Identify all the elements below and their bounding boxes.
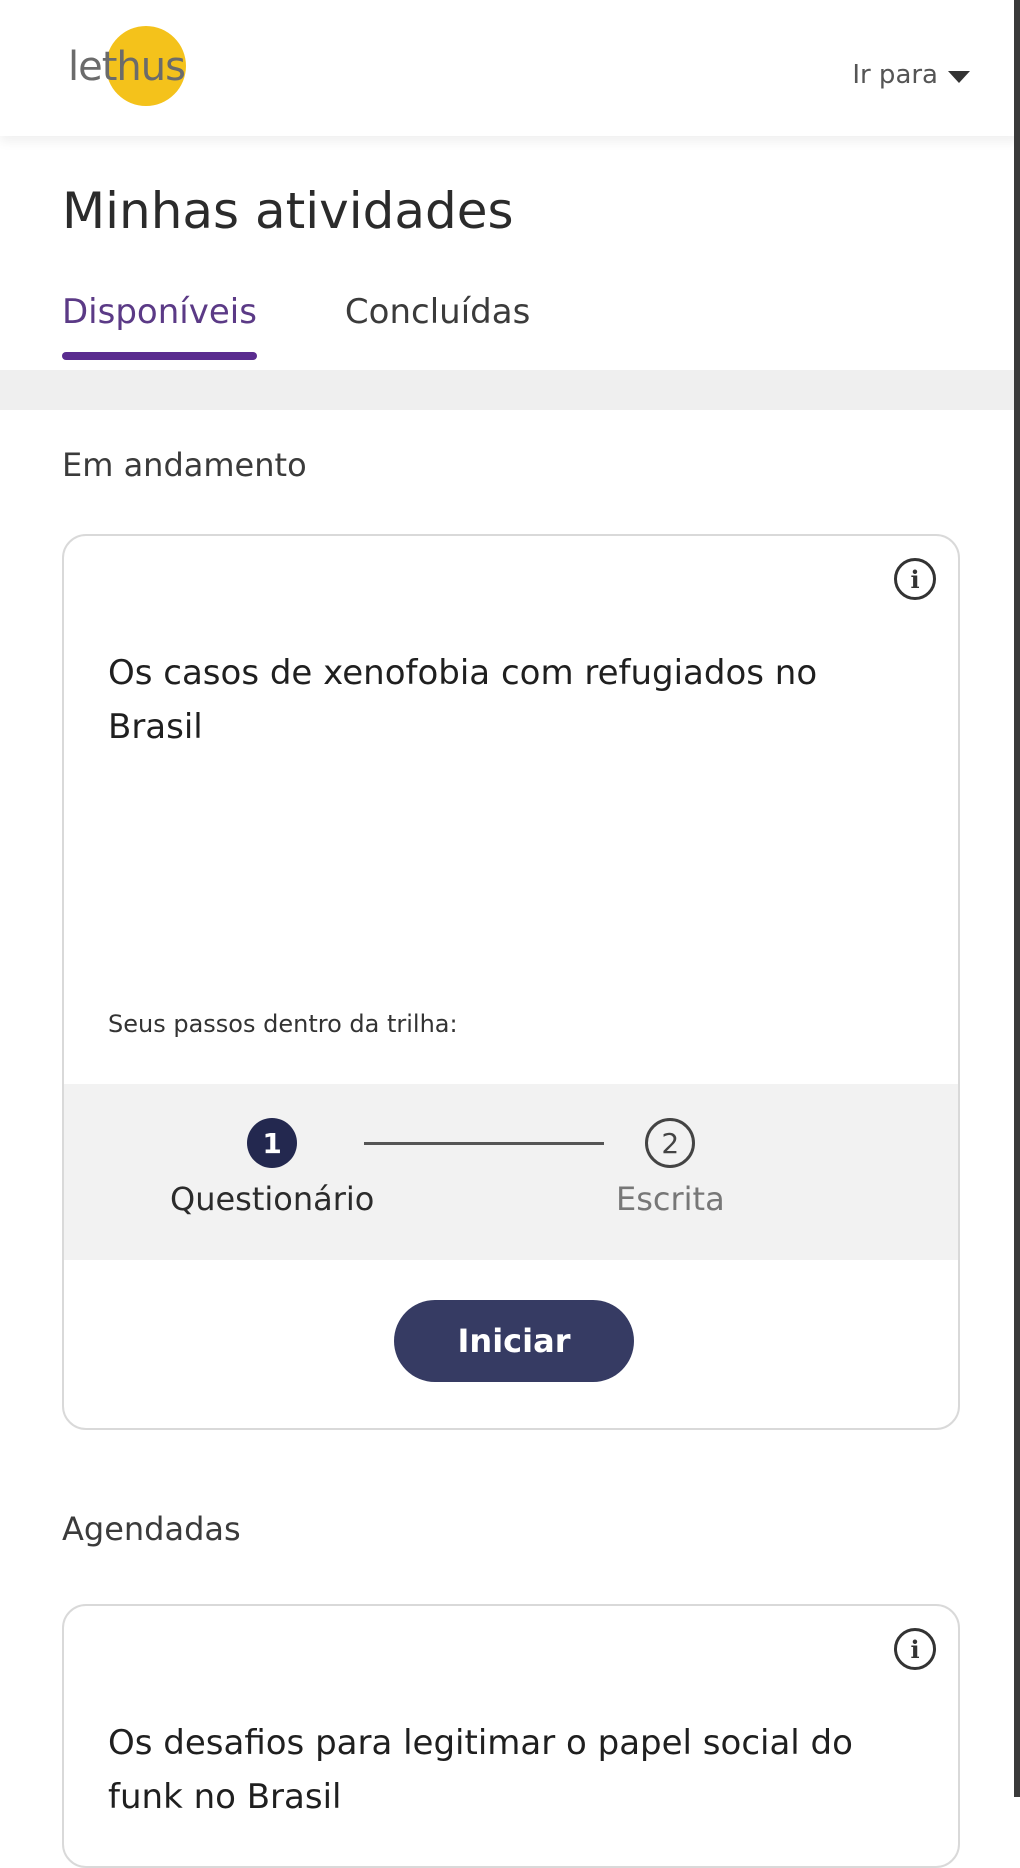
step-1-circle: 1 — [247, 1118, 298, 1168]
steps-caption: Seus passos dentro da trilha: — [108, 1010, 458, 1038]
activity-card-in-progress: i Os casos de xenofobia com refugiados n… — [62, 534, 960, 1430]
step-2-circle: 2 — [645, 1118, 696, 1168]
step-1-label: Questionário — [170, 1180, 375, 1218]
info-icon[interactable]: i — [894, 558, 936, 600]
trail-stepper: 1 Questionário 2 Escrita — [64, 1084, 958, 1260]
tab-divider — [0, 370, 1020, 410]
goto-menu-button[interactable]: Ir para — [852, 60, 970, 90]
section-label-scheduled: Agendadas — [62, 1510, 241, 1548]
step-questionario: 1 Questionário — [170, 1118, 374, 1218]
step-connector-line — [364, 1142, 604, 1145]
tab-concluidas[interactable]: Concluídas — [345, 292, 530, 360]
logo-text: lethus — [68, 44, 186, 90]
tab-disponiveis[interactable]: Disponíveis — [62, 292, 257, 360]
activity-title: Os casos de xenofobia com refugiados no … — [108, 653, 818, 747]
lethus-logo[interactable]: lethus — [64, 22, 224, 108]
info-icon[interactable]: i — [894, 1628, 936, 1670]
scrollbar[interactable] — [1014, 0, 1020, 1797]
start-button[interactable]: Iniciar — [394, 1300, 634, 1382]
goto-label: Ir para — [852, 60, 938, 90]
activity-card-scheduled: i Os desafios para legitimar o papel soc… — [62, 1604, 960, 1868]
step-escrita: 2 Escrita — [616, 1118, 725, 1218]
section-label-in-progress: Em andamento — [62, 446, 307, 484]
page-title: Minhas atividades — [62, 182, 514, 240]
caret-down-icon — [948, 71, 970, 83]
activity-tabs: Disponíveis Concluídas — [62, 292, 530, 360]
step-2-label: Escrita — [616, 1180, 725, 1218]
app-header: lethus Ir para — [0, 0, 1020, 136]
activity-title: Os desafios para legitimar o papel socia… — [108, 1723, 853, 1817]
